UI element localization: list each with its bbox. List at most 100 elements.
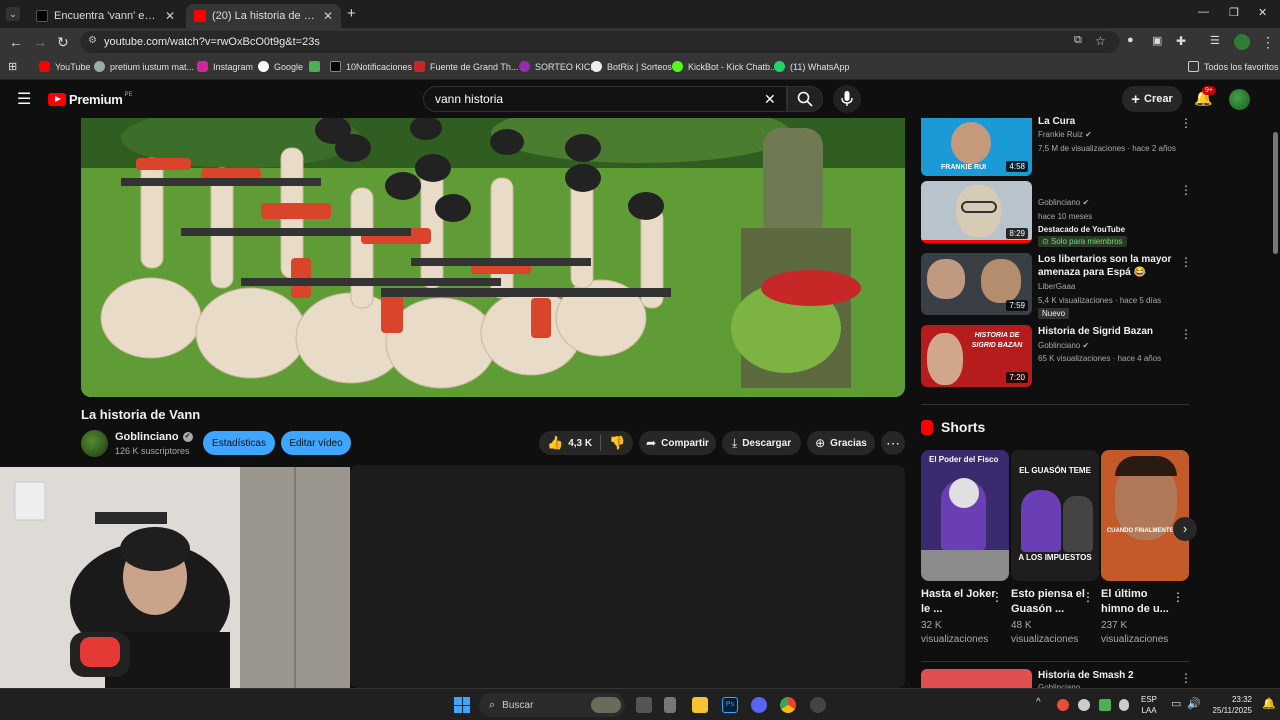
close-icon[interactable]: ✕	[323, 9, 333, 23]
extension-icon[interactable]: ●	[1127, 34, 1134, 46]
maximize-button[interactable]: ❐	[1229, 6, 1239, 19]
thanks-button[interactable]: ⊕ Gracias	[807, 431, 875, 455]
file-explorer-icon[interactable]	[692, 697, 708, 713]
like-button[interactable]: 👍 4,3 K	[547, 435, 592, 451]
apps-icon[interactable]: ⊞	[8, 60, 17, 73]
reload-button[interactable]: ↻	[57, 34, 69, 51]
clear-search-icon[interactable]: ✕	[764, 91, 776, 108]
short-title[interactable]: El último himno de u...	[1101, 587, 1181, 617]
channel-avatar[interactable]	[81, 430, 108, 457]
more-options-icon[interactable]: ⋮	[1180, 671, 1192, 685]
bookmark-whatsapp[interactable]: (11) WhatsApp	[774, 61, 849, 72]
account-avatar[interactable]	[1229, 89, 1250, 110]
photoshop-icon[interactable]: Ps	[722, 697, 738, 713]
stats-button[interactable]: Estadísticas	[203, 431, 275, 455]
channel-name[interactable]: Goblinciano ✓	[115, 431, 193, 443]
bookmark-botrix[interactable]: BotRix | Sorteos	[591, 61, 672, 72]
extension-icon[interactable]: ▣	[1152, 34, 1162, 47]
discord-icon[interactable]	[751, 697, 767, 713]
channel-name[interactable]: LiberGaaa	[1038, 282, 1075, 291]
task-view-icon[interactable]	[636, 697, 652, 713]
chrome-icon[interactable]	[780, 697, 796, 713]
cloud-icon[interactable]	[1078, 699, 1090, 711]
tab-list-button[interactable]: ⌄	[6, 7, 20, 21]
tab-youtube[interactable]: (20) La historia de Vann - YouTu ✕	[186, 4, 341, 28]
channel-name[interactable]: Frankie Ruiz ✔	[1038, 130, 1092, 139]
notification-center-icon[interactable]: 🔔	[1262, 697, 1276, 710]
search-input[interactable]: vann historia ✕	[423, 86, 787, 112]
hamburger-menu-icon[interactable]: ☰	[17, 89, 31, 109]
short-thumbnail[interactable]: EL GUASÓN TEME A LOS IMPUESTOS	[1011, 450, 1099, 581]
menu-icon[interactable]: ⋮	[1261, 34, 1275, 51]
bookmark-google[interactable]: Google	[258, 61, 303, 72]
app-icon[interactable]	[664, 697, 676, 713]
more-options-icon[interactable]: ⋮	[1180, 327, 1192, 341]
cast-icon[interactable]: ⧉	[1074, 34, 1082, 47]
bookmark-sorteo-kick[interactable]: SORTEO KICK	[519, 61, 596, 72]
video-title[interactable]: La Cura	[1038, 115, 1178, 128]
forward-button[interactable]: →	[33, 34, 47, 50]
youtube-premium-logo[interactable]: Premium PE	[48, 92, 133, 107]
site-info-icon[interactable]: ⚙	[88, 35, 97, 46]
video-thumbnail[interactable]	[921, 669, 1032, 688]
bookmark-fuente[interactable]: Fuente de Grand Th...	[414, 61, 518, 72]
tray-icon[interactable]	[1119, 699, 1129, 711]
scrollbar-thumb[interactable]	[1273, 132, 1278, 254]
chevron-up-icon[interactable]: ^	[1036, 697, 1041, 708]
channel-name[interactable]: Goblinciano ✔	[1038, 198, 1089, 207]
network-icon[interactable]: ▭	[1171, 697, 1181, 710]
more-options-icon[interactable]: ⋮	[1082, 590, 1094, 604]
bookmark-instagram[interactable]: Instagram	[197, 61, 253, 72]
language-indicator[interactable]: ESP LAA	[1141, 694, 1157, 716]
video-title[interactable]: Los libertarios son la mayor amenaza par…	[1038, 253, 1178, 279]
more-options-icon[interactable]: ⋮	[1172, 590, 1184, 604]
video-player[interactable]	[81, 118, 905, 397]
star-icon[interactable]: ☆	[1095, 34, 1106, 48]
video-title[interactable]: Historia de Smash 2	[1038, 669, 1178, 682]
video-thumbnail[interactable]: 7:59	[921, 253, 1032, 315]
video-title[interactable]: Historia de Sigrid Bazan	[1038, 325, 1178, 338]
app-icon[interactable]	[810, 697, 826, 713]
bookmark-icon-only[interactable]	[309, 61, 320, 72]
minimize-button[interactable]: —	[1198, 6, 1209, 18]
search-button[interactable]	[787, 86, 823, 112]
thumbs-down-icon[interactable]: 👎	[609, 435, 625, 451]
bookmark-kickbot[interactable]: KickBot - Kick Chatb...	[672, 61, 778, 72]
short-title[interactable]: Hasta el Joker le ...	[921, 587, 1001, 617]
address-bar[interactable]: ⚙ youtube.com/watch?v=rwOxBcO0t9g&t=23s …	[80, 31, 1120, 53]
volume-icon[interactable]: 🔊	[1187, 697, 1201, 710]
new-tab-button[interactable]: +	[347, 5, 356, 22]
puzzle-icon[interactable]: ✚	[1176, 34, 1186, 48]
more-options-icon[interactable]: ⋮	[1180, 116, 1192, 130]
close-icon[interactable]: ✕	[165, 9, 175, 23]
tab-tiktok[interactable]: Encuentra 'vann' en TikTok | Bu ✕	[28, 4, 183, 28]
more-options-icon[interactable]: ⋮	[991, 590, 1003, 604]
clock[interactable]: 23:32 25/11/2025	[1206, 694, 1252, 716]
bookmark-youtube[interactable]: YouTube	[39, 61, 90, 72]
video-thumbnail[interactable]: FRANKIE RUI 4:58	[921, 118, 1032, 176]
start-button[interactable]	[454, 697, 470, 713]
bookmark-notificaciones[interactable]: 10Notificaciones	[330, 61, 412, 72]
more-options-icon[interactable]: ⋮	[1180, 255, 1192, 269]
share-button[interactable]: ➦ Compartir	[639, 431, 716, 455]
taskbar-search[interactable]: ⌕ Buscar	[479, 693, 625, 717]
window-close-button[interactable]: ✕	[1258, 6, 1267, 19]
description-box[interactable]	[350, 465, 905, 688]
video-thumbnail[interactable]: 8:29	[921, 181, 1032, 243]
channel-name[interactable]: Goblinciano ✔	[1038, 341, 1089, 350]
voice-search-button[interactable]	[833, 85, 861, 113]
page-scrollbar[interactable]	[1272, 118, 1280, 688]
all-bookmarks[interactable]: Todos los favoritos	[1188, 61, 1279, 72]
short-thumbnail[interactable]: El Poder del Fisco	[921, 450, 1009, 581]
edit-video-button[interactable]: Editar vídeo	[281, 431, 351, 455]
notifications-button[interactable]: 🔔 9+	[1194, 86, 1216, 108]
download-button[interactable]: ⤓ Descargar	[722, 431, 801, 455]
profile-avatar[interactable]	[1234, 34, 1250, 50]
more-options-icon[interactable]: ⋮	[1180, 183, 1192, 197]
back-button[interactable]: ←	[9, 34, 23, 50]
bookmark-pretium[interactable]: pretium iustum mat...	[94, 61, 194, 72]
create-button[interactable]: + Crear	[1122, 86, 1182, 112]
short-thumbnail[interactable]: CUANDO FINALMENTE LA	[1101, 450, 1189, 581]
short-title[interactable]: Esto piensa el Guasón ...	[1011, 587, 1091, 617]
reading-list-icon[interactable]: ☰	[1210, 34, 1220, 47]
